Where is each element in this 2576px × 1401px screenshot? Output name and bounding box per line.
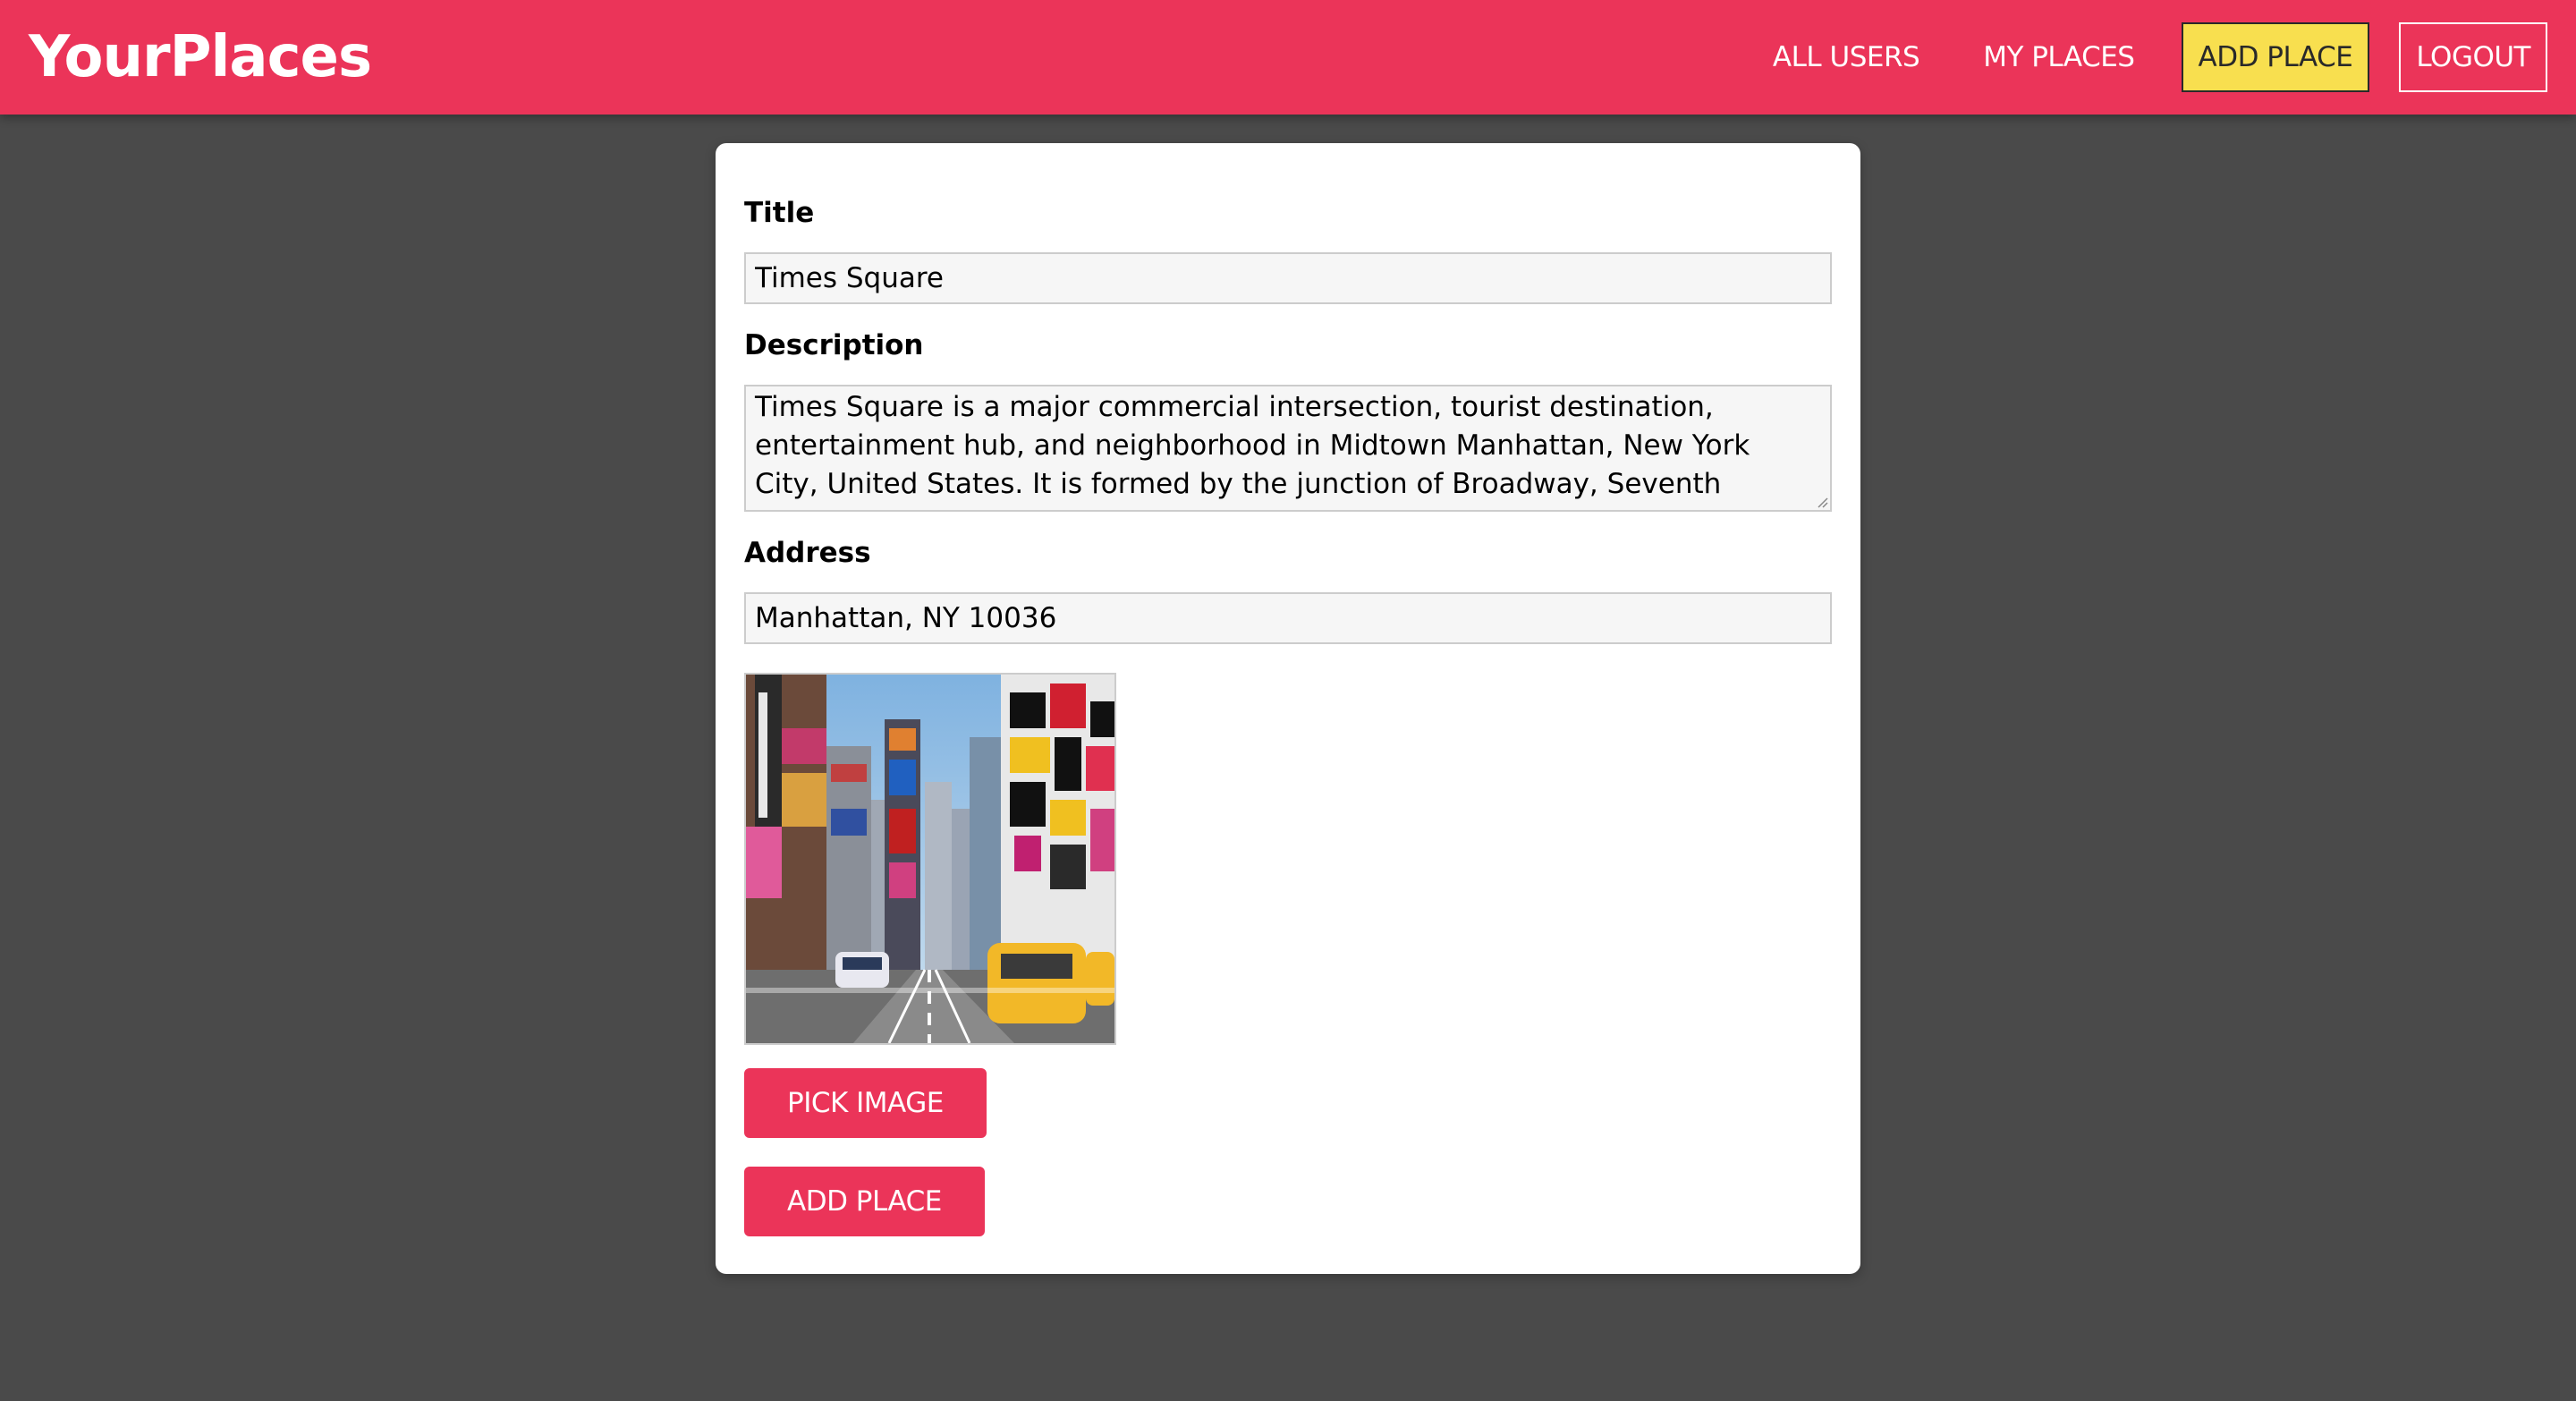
app-logo[interactable]: YourPlaces xyxy=(29,29,372,86)
nav-add-place[interactable]: ADD PLACE xyxy=(2181,22,2370,92)
address-label: Address xyxy=(744,537,871,569)
resize-grip-icon[interactable] xyxy=(1816,496,1828,508)
description-wrapper: Times Square is a major commercial inter… xyxy=(744,385,1832,512)
description-label: Description xyxy=(744,329,924,361)
title-input[interactable] xyxy=(744,252,1832,304)
add-place-submit-button[interactable]: ADD PLACE xyxy=(744,1167,985,1236)
add-place-form: Title Description Times Square is a majo… xyxy=(716,143,1860,1274)
description-textarea[interactable]: Times Square is a major commercial inter… xyxy=(744,385,1832,512)
address-input[interactable] xyxy=(744,592,1832,644)
main-header: YourPlaces ALL USERS MY PLACES ADD PLACE… xyxy=(0,0,2576,115)
times-square-photo xyxy=(746,675,1114,1043)
pick-image-button[interactable]: PICK IMAGE xyxy=(744,1068,987,1138)
main-nav: ALL USERS MY PLACES ADD PLACE LOGOUT xyxy=(1756,22,2547,92)
logout-button[interactable]: LOGOUT xyxy=(2399,22,2547,92)
nav-all-users[interactable]: ALL USERS xyxy=(1756,22,1936,92)
title-label: Title xyxy=(744,197,815,229)
nav-my-places[interactable]: MY PLACES xyxy=(1966,22,2151,92)
image-preview xyxy=(744,673,1116,1045)
